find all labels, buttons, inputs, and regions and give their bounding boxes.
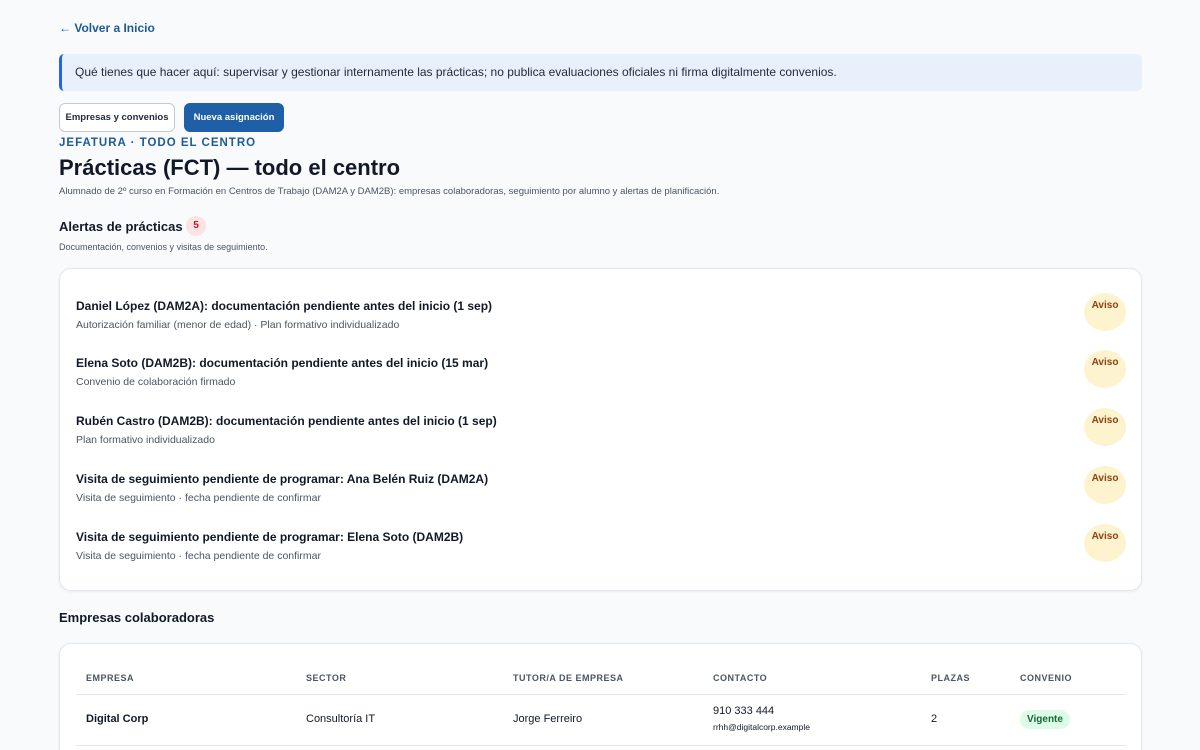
back-to-home-link[interactable]: ← Volver a Inicio	[59, 21, 155, 35]
company-tutor: Jorge Ferreiro	[513, 713, 583, 725]
alerts-card: Daniel López (DAM2A): documentación pend…	[59, 268, 1142, 591]
alert-item: Visita de seguimiento pendiente de progr…	[76, 524, 1126, 580]
alert-title: Elena Soto (DAM2B): documentación pendie…	[76, 356, 489, 370]
column-header-sector: SECTOR	[306, 673, 347, 683]
new-assignment-button[interactable]: Nueva asignación	[184, 103, 284, 132]
table-row-divider	[76, 745, 1126, 746]
alert-title: Daniel López (DAM2A): documentación pend…	[76, 299, 493, 313]
warning-badge: Aviso	[1084, 350, 1126, 388]
company-slots: 2	[931, 713, 938, 725]
page-title: Prácticas (FCT) — todo el centro	[59, 155, 401, 180]
alert-item: Rubén Castro (DAM2B): documentación pend…	[76, 408, 1126, 464]
companies-section-title: Empresas colaboradoras	[59, 610, 215, 625]
warning-badge: Aviso	[1084, 408, 1126, 446]
companies-table: EMPRESA SECTOR TUTOR/A DE EMPRESA CONTAC…	[59, 643, 1142, 750]
alert-item: Visita de seguimiento pendiente de progr…	[76, 466, 1126, 522]
column-header-agreement: CONVENIO	[1020, 673, 1073, 683]
alert-description: Autorización familiar (menor de edad) · …	[76, 319, 400, 331]
column-header-slots: PLAZAS	[931, 673, 970, 683]
alert-description: Visita de seguimiento · fecha pendiente …	[76, 550, 321, 562]
warning-badge: Aviso	[1084, 466, 1126, 504]
alert-description: Visita de seguimiento · fecha pendiente …	[76, 492, 321, 504]
table-header-divider	[76, 694, 1126, 695]
alerts-section-subtitle: Documentación, convenios y visitas de se…	[59, 242, 268, 252]
warning-badge: Aviso	[1084, 293, 1126, 331]
page-subtitle: Alumnado de 2º curso en Formación en Cen…	[59, 186, 720, 197]
companies-agreements-button[interactable]: Empresas y convenios	[59, 103, 175, 132]
alert-title: Visita de seguimiento pendiente de progr…	[76, 530, 464, 544]
column-header-company: EMPRESA	[86, 673, 135, 683]
alert-item: Elena Soto (DAM2B): documentación pendie…	[76, 350, 1126, 406]
alerts-section-title: Alertas de prácticas	[59, 219, 183, 234]
info-banner: Qué tienes que hacer aquí: supervisar y …	[59, 54, 1142, 91]
alert-item: Daniel López (DAM2A): documentación pend…	[76, 293, 1126, 349]
company-name: Digital Corp	[86, 713, 149, 725]
column-header-contact: CONTACTO	[713, 673, 768, 683]
company-sector: Consultoría IT	[306, 713, 376, 725]
agreement-status-badge: Vigente	[1020, 710, 1070, 729]
alert-description: Plan formativo individualizado	[76, 434, 215, 446]
contact-phone: 910 333 444	[713, 705, 775, 717]
page-eyebrow: JEFATURA · TODO EL CENTRO	[59, 137, 257, 149]
info-banner-text: Qué tienes que hacer aquí: supervisar y …	[75, 65, 837, 79]
alerts-count-badge: 5	[186, 216, 206, 236]
contact-email: rrhh@digitalcorp.example	[713, 722, 810, 732]
alert-title: Visita de seguimiento pendiente de progr…	[76, 472, 489, 486]
column-header-tutor: TUTOR/A DE EMPRESA	[513, 673, 624, 683]
warning-badge: Aviso	[1084, 524, 1126, 562]
alert-description: Convenio de colaboración firmado	[76, 376, 236, 388]
alert-title: Rubén Castro (DAM2B): documentación pend…	[76, 414, 497, 428]
